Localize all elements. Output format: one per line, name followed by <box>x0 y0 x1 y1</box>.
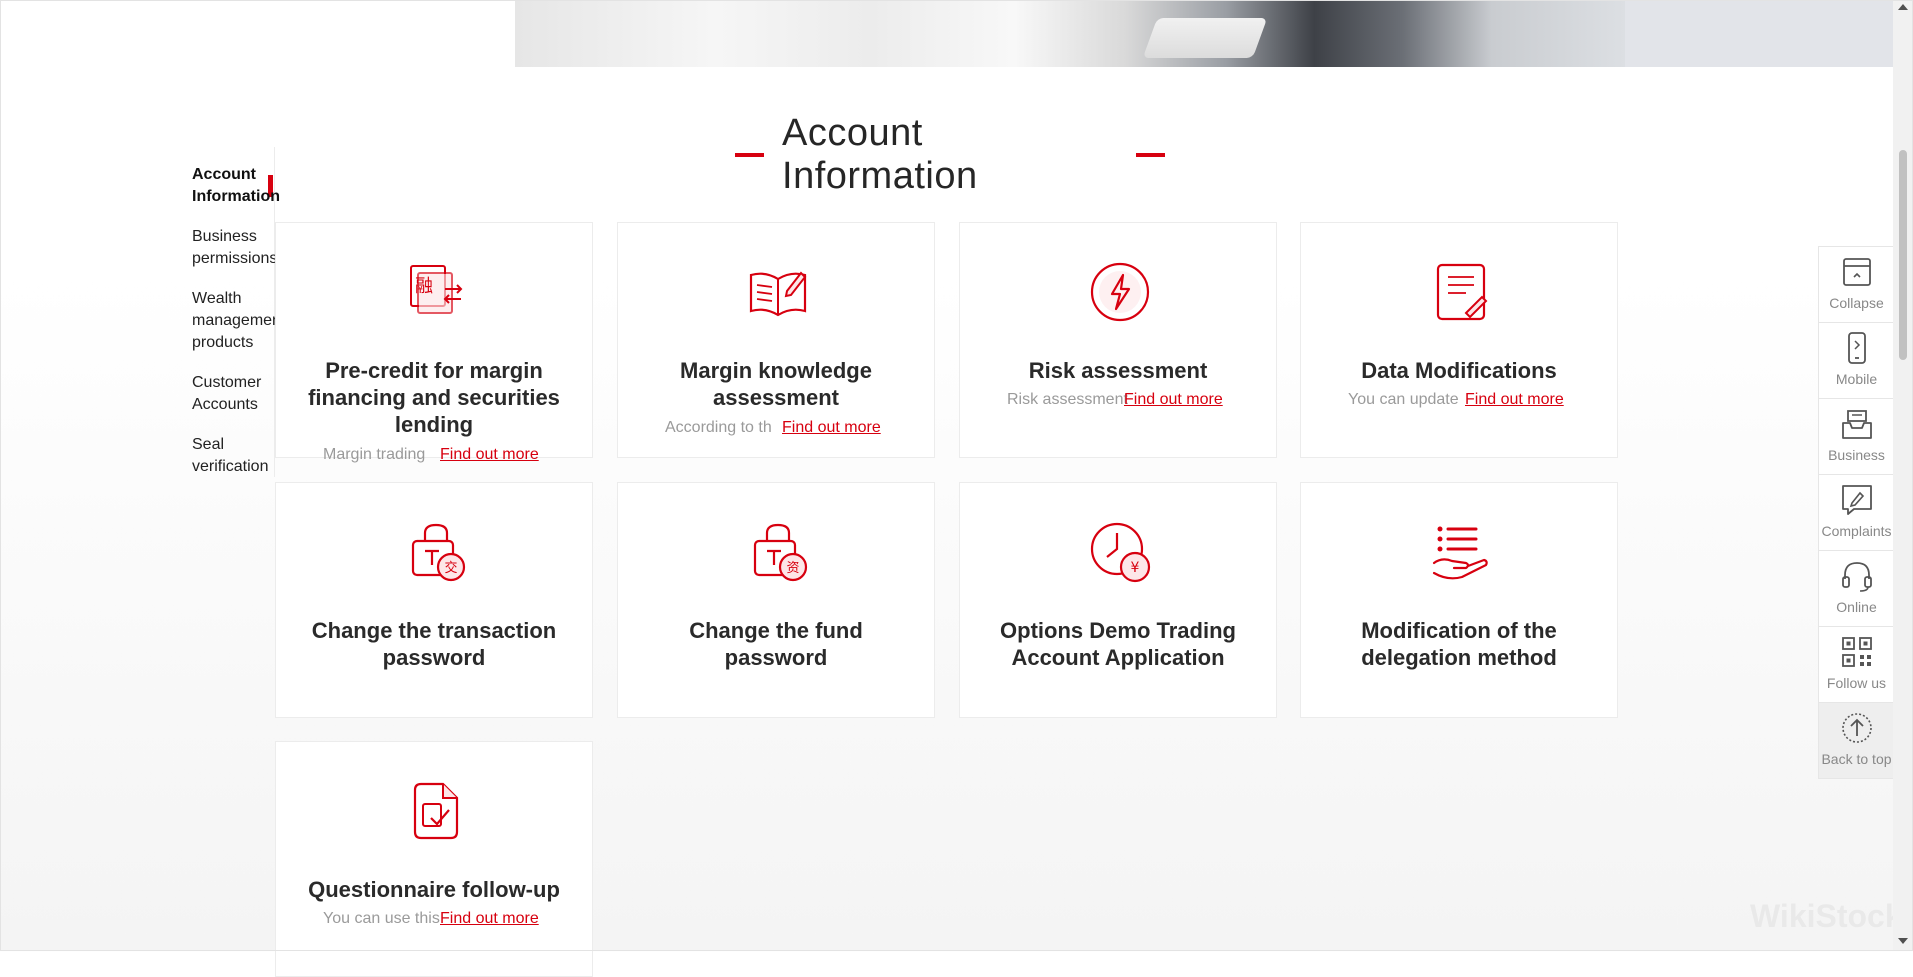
service-card-margin-credit[interactable]: 融 Pre-credit for margin financing and se… <box>275 222 593 463</box>
hand-list-icon <box>1430 521 1492 583</box>
hero-banner <box>0 0 1893 67</box>
card-title: Change the fund password <box>689 618 863 670</box>
svg-text:¥: ¥ <box>1131 560 1140 576</box>
service-card-margin-knowledge[interactable]: Margin knowledge assessment According to… <box>617 222 935 458</box>
banner-photo <box>515 0 1625 67</box>
sidebar-mobile-button[interactable]: Mobile <box>1818 322 1895 398</box>
lock-transaction-icon: 交 <box>405 521 467 583</box>
sidebar-business-button[interactable]: Business <box>1818 398 1895 474</box>
page-scrollbar[interactable] <box>1893 0 1913 951</box>
sidebar-label: Online <box>1836 599 1877 615</box>
scroll-up-arrow-icon[interactable] <box>1898 4 1908 10</box>
service-card-questionnaire[interactable]: Questionnaire follow-up You can use this… <box>275 741 593 977</box>
sidenav-item-account-information[interactable]: Account Information <box>192 164 292 208</box>
card-title: Questionnaire follow-up <box>308 877 560 902</box>
card-title: Change the transaction password <box>311 618 557 670</box>
service-card-risk-assessment[interactable]: Risk assessment Risk assessment Find out… <box>959 222 1277 458</box>
sidebar-label: Complaints <box>1821 523 1892 539</box>
headset-icon <box>1841 562 1872 592</box>
sidebar-collapse-button[interactable]: Collapse <box>1818 246 1895 322</box>
floating-sidebar: Collapse Mobile Business Complaints Onli… <box>1818 246 1895 779</box>
watermark-logo: WikiStock <box>1750 898 1903 934</box>
svg-text:资: 资 <box>786 561 799 576</box>
clock-yen-icon: ¥ <box>1089 521 1151 583</box>
document-edit-icon <box>1430 261 1492 323</box>
page-title-text: Account Information <box>782 112 978 197</box>
service-card-delegation-method[interactable]: Modification of the delegation method <box>1300 482 1618 718</box>
business-tray-icon <box>1841 410 1872 439</box>
lightning-circle-icon <box>1089 261 1151 323</box>
find-out-more-link[interactable]: Find out more <box>440 446 539 464</box>
card-title: Modification of the delegation method <box>1361 618 1557 670</box>
sidebar-complaints-button[interactable]: Complaints <box>1818 474 1895 550</box>
card-description: You can use this <box>323 910 440 927</box>
card-title: Data Modifications <box>1361 358 1557 383</box>
sidebar-label: Back to top <box>1821 751 1892 767</box>
open-book-icon <box>747 261 809 323</box>
find-out-more-link[interactable]: Find out more <box>782 419 881 437</box>
card-description: According to th <box>665 419 772 436</box>
title-dash-left <box>735 153 765 157</box>
arrow-up-circle-icon <box>1841 713 1872 743</box>
page-title: Account Information <box>735 112 1166 197</box>
find-out-more-link[interactable]: Find out more <box>1124 391 1223 409</box>
complaint-edit-icon <box>1841 485 1872 515</box>
questionnaire-check-icon <box>405 780 467 842</box>
card-title: Pre-credit for margin financing and secu… <box>308 358 560 437</box>
banner-right-panel <box>1625 0 1893 67</box>
card-title: Margin knowledge assessment <box>680 358 872 410</box>
mobile-icon <box>1847 332 1866 364</box>
margin-credit-icon: 融 <box>405 261 467 323</box>
svg-text:交: 交 <box>444 560 457 576</box>
title-dash-right <box>1136 153 1166 157</box>
card-description: You can update <box>1348 391 1459 408</box>
collapse-icon <box>1842 258 1871 286</box>
service-card-fund-password[interactable]: 资 Change the fund password <box>617 482 935 718</box>
sidebar-label: Collapse <box>1829 295 1884 311</box>
card-description: Risk assessment <box>1007 391 1128 408</box>
service-card-options-demo[interactable]: ¥ Options Demo Trading Account Applicati… <box>959 482 1277 718</box>
card-title: Risk assessment <box>1028 358 1208 383</box>
svg-text:融: 融 <box>415 276 433 297</box>
scroll-down-arrow-icon[interactable] <box>1898 938 1908 944</box>
lock-fund-icon: 资 <box>747 521 809 583</box>
sidebar-follow-us-button[interactable]: Follow us <box>1818 626 1895 702</box>
find-out-more-link[interactable]: Find out more <box>440 910 539 928</box>
qr-code-icon <box>1841 637 1872 667</box>
sidebar-label: Follow us <box>1826 675 1887 691</box>
banner-laptop-image <box>1142 18 1268 58</box>
sidebar-label: Mobile <box>1835 371 1878 387</box>
sidebar-online-button[interactable]: Online <box>1818 550 1895 626</box>
card-title: Options Demo Trading Account Application <box>1000 618 1236 670</box>
card-description: Margin trading <box>323 446 426 463</box>
sidebar-label: Business <box>1828 447 1885 463</box>
service-card-transaction-password[interactable]: 交 Change the transaction password <box>275 482 593 718</box>
sidebar-back-to-top-button[interactable]: Back to top <box>1818 702 1895 779</box>
scrollbar-thumb[interactable] <box>1899 150 1907 360</box>
find-out-more-link[interactable]: Find out more <box>1465 391 1564 409</box>
service-card-data-modifications[interactable]: Data Modifications You can update Find o… <box>1300 222 1618 458</box>
